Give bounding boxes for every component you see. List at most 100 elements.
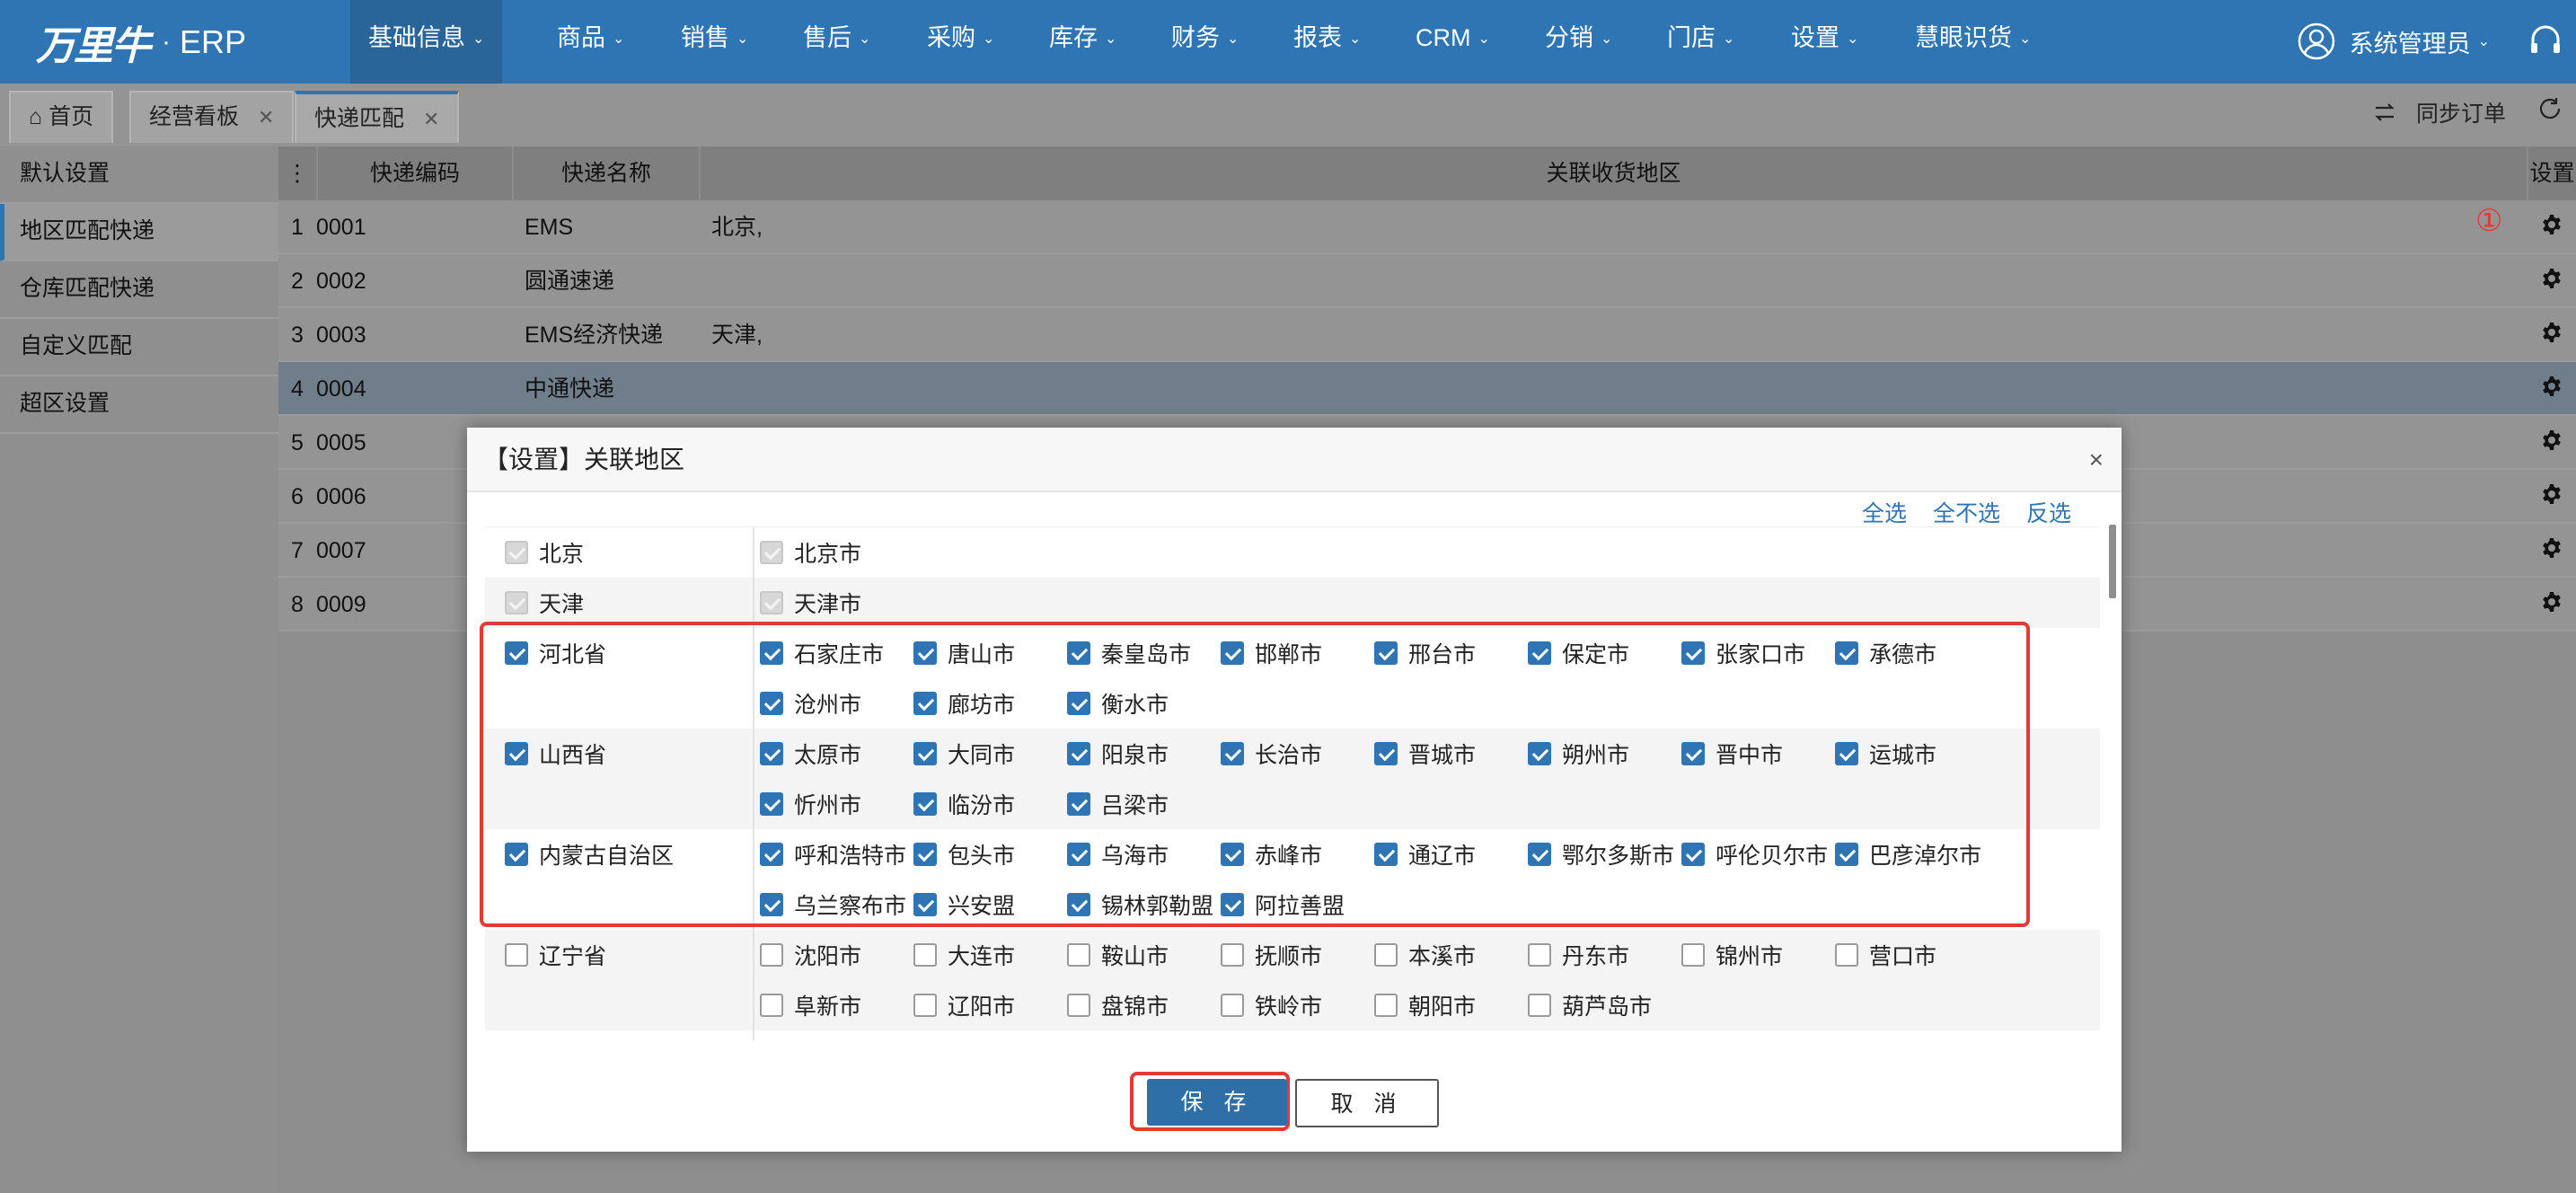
city-checkbox[interactable]: 鞍山市 (1067, 930, 1221, 980)
sidebar-item-out-of-area[interactable]: 超区设置 (0, 376, 278, 434)
city-checkbox[interactable]: 锦州市 (1681, 930, 1835, 980)
table-row[interactable]: 2 0002 圆通速递 (278, 254, 2576, 308)
checkbox[interactable] (1067, 943, 1090, 967)
nav-item-1[interactable]: 商品 ⌄ (557, 0, 624, 84)
checkbox[interactable] (1067, 994, 1090, 1017)
city-checkbox[interactable]: 铁岭市 (1221, 980, 1374, 1030)
checkbox[interactable] (1528, 994, 1551, 1017)
checkbox[interactable] (1221, 994, 1244, 1017)
sidebar-item-custom-match[interactable]: 自定义匹配 (0, 319, 278, 376)
city-checkbox[interactable]: 长春市 (760, 1030, 913, 1040)
city-checkbox[interactable]: 辽源市 (1221, 1030, 1374, 1040)
nav-item-9[interactable]: 分销 ⌄ (1545, 0, 1612, 84)
checkbox[interactable] (913, 994, 937, 1017)
close-icon[interactable]: × (2089, 446, 2104, 474)
city-checkbox[interactable]: 辽阳市 (913, 980, 1067, 1030)
select-none-link[interactable]: 全不选 (1933, 501, 2000, 526)
city-checkbox[interactable]: 沈阳市 (760, 930, 913, 980)
city-checkbox[interactable]: 天津市 (760, 578, 913, 628)
checkbox[interactable] (1221, 943, 1244, 967)
app-logo[interactable]: 万里牛 · ERP (36, 11, 246, 74)
nav-item-6[interactable]: 财务 ⌄ (1171, 0, 1239, 84)
checkbox[interactable] (1528, 943, 1551, 967)
nav-item-7[interactable]: 报表 ⌄ (1293, 0, 1361, 84)
nav-item-11[interactable]: 设置 ⌄ (1791, 0, 1858, 84)
row-settings-cell (2527, 416, 2576, 468)
nav-item-0[interactable]: 基础信息 ⌄ (350, 0, 503, 84)
gear-icon[interactable] (2541, 255, 2563, 309)
linked-region: 北京, (711, 215, 763, 240)
table-row[interactable]: 4 0004 中通快递 (278, 362, 2576, 416)
checkbox[interactable] (1374, 994, 1398, 1017)
nav-item-4[interactable]: 采购 ⌄ (927, 0, 994, 84)
nav-item-10[interactable]: 门店 ⌄ (1667, 0, 1734, 84)
city-checkbox[interactable]: 白山市 (1528, 1030, 1681, 1040)
checkbox[interactable] (1374, 943, 1398, 967)
city-checkbox[interactable]: 朝阳市 (1374, 980, 1528, 1030)
city-checkbox[interactable]: 北京市 (760, 527, 913, 578)
province-checkbox[interactable]: 辽宁省 (505, 930, 753, 980)
tab-dashboard[interactable]: 经营看板 ✕ (129, 91, 295, 143)
city-checkbox[interactable]: 丹东市 (1528, 930, 1681, 980)
province-checkbox[interactable]: 天津 (505, 578, 753, 628)
city-checkbox[interactable]: 阜新市 (760, 980, 913, 1030)
checkbox[interactable] (760, 994, 783, 1017)
linked-region (699, 254, 2527, 306)
sidebar-item-region-match[interactable]: 地区匹配快递 (0, 204, 278, 261)
gear-icon[interactable] (2541, 579, 2563, 632)
city-checkbox[interactable]: 白城市 (1835, 1030, 1989, 1040)
city-checkbox[interactable]: 松原市 (1681, 1030, 1835, 1040)
checkbox[interactable] (505, 943, 528, 967)
gear-icon[interactable] (2541, 417, 2563, 471)
gear-icon[interactable] (2541, 309, 2563, 363)
save-button[interactable]: 保 存 (1147, 1079, 1287, 1126)
customer-service-icon[interactable] (2527, 23, 2563, 59)
city-label: 白城市 (1869, 1039, 1936, 1040)
province-label: 吉林省 (539, 1039, 606, 1040)
city-checkbox[interactable]: 盘锦市 (1067, 980, 1221, 1030)
tab-bar: ⌂ 首页 经营看板 ✕ 快递匹配 ✕ (0, 84, 2576, 146)
checkbox[interactable] (1835, 943, 1858, 967)
tab-home[interactable]: ⌂ 首页 (9, 91, 114, 143)
select-all-link[interactable]: 全选 (1862, 501, 1907, 526)
gear-icon[interactable] (2541, 201, 2563, 255)
refresh-icon[interactable] (2536, 95, 2563, 122)
sidebar-item-default[interactable]: 默认设置 (0, 146, 278, 204)
city-checkbox[interactable]: 抚顺市 (1221, 930, 1374, 980)
column-menu-icon[interactable]: ⋮ (278, 146, 316, 200)
invert-selection-link[interactable]: 反选 (2026, 501, 2071, 526)
tab-express-match[interactable]: 快递匹配 ✕ (295, 91, 460, 143)
gear-icon[interactable] (2541, 525, 2563, 579)
nav-item-2[interactable]: 销售 ⌄ (681, 0, 748, 84)
province-checkbox[interactable]: 北京 (505, 527, 753, 578)
city-checkbox[interactable]: 大连市 (913, 930, 1067, 980)
nav-item-8[interactable]: CRM ⌄ (1416, 0, 1490, 84)
sidebar-item-warehouse-match[interactable]: 仓库匹配快递 (0, 261, 278, 319)
user-menu[interactable]: 系统管理员 ⌄ (2298, 20, 2490, 63)
nav-item-5[interactable]: 库存 ⌄ (1049, 0, 1116, 84)
cancel-button[interactable]: 取 消 (1295, 1079, 1439, 1127)
checkbox[interactable] (760, 943, 783, 967)
city-checkbox[interactable]: 本溪市 (1374, 930, 1528, 980)
city-checkbox[interactable]: 四平市 (1067, 1030, 1221, 1040)
nav-label: 售后 (803, 24, 851, 51)
province-checkbox[interactable]: 吉林省 (505, 1030, 753, 1040)
gear-icon[interactable] (2541, 471, 2563, 525)
checkbox[interactable] (913, 943, 937, 967)
region-list-scrollbar[interactable] (2109, 525, 2116, 598)
checkbox[interactable] (1681, 943, 1705, 967)
checkbox (505, 591, 528, 614)
table-row[interactable]: 3 0003 EMS经济快递 天津, (278, 308, 2576, 362)
table-row[interactable]: 1 0001 EMS 北京, (278, 200, 2576, 254)
nav-label: 采购 (927, 24, 975, 51)
nav-item-3[interactable]: 售后 ⌄ (803, 0, 870, 84)
city-checkbox[interactable]: 通化市 (1374, 1030, 1528, 1040)
city-checkbox[interactable]: 吉林市 (913, 1030, 1067, 1040)
city-checkbox[interactable]: 营口市 (1835, 930, 1989, 980)
close-icon[interactable]: ✕ (423, 108, 439, 130)
close-icon[interactable]: ✕ (258, 106, 274, 128)
sync-orders-button[interactable]: 同步订单 (2373, 96, 2506, 128)
city-checkbox[interactable]: 葫芦岛市 (1528, 980, 1681, 1030)
gear-icon[interactable] (2541, 363, 2563, 417)
nav-item-12[interactable]: 慧眼识货 ⌄ (1915, 0, 2031, 84)
